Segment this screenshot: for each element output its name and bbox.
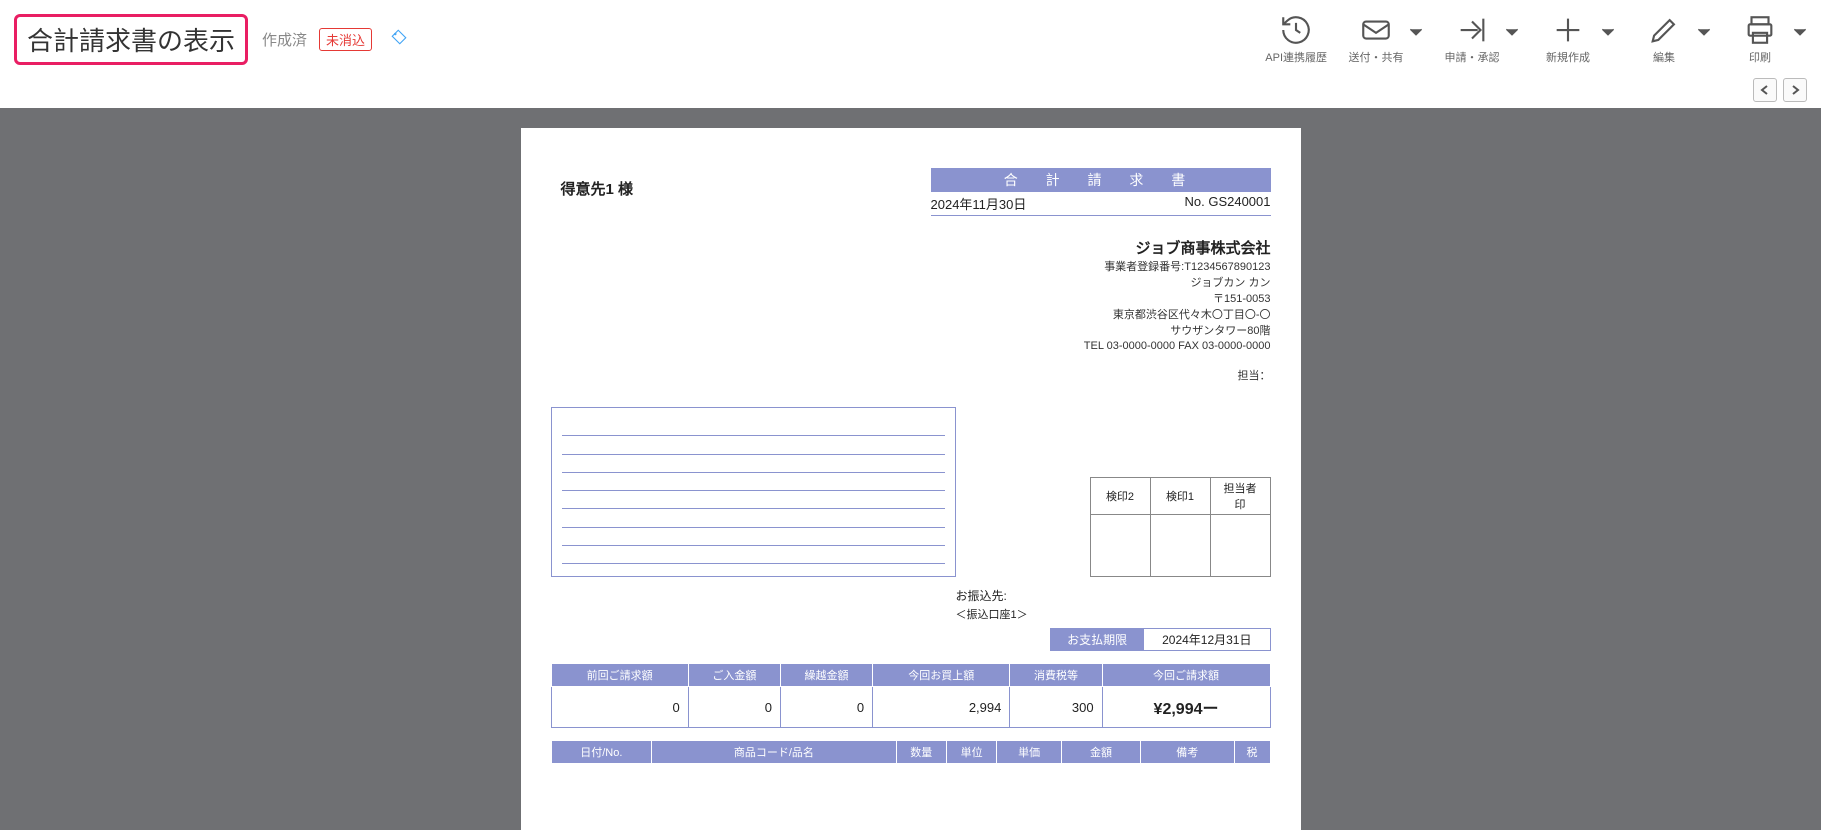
memo-line [562, 512, 945, 528]
company-tanto: 担当： [551, 369, 1271, 385]
company-addr: 東京都渋谷区代々木〇丁目〇-〇 [551, 308, 1271, 324]
dh-unit: 単位 [946, 741, 996, 764]
api-history-button[interactable]: API連携履歴 [1265, 13, 1327, 65]
memo-box [551, 407, 956, 577]
new-group: 新規作成 [1539, 13, 1615, 65]
stamp-cell [1150, 515, 1210, 577]
stamp-table: 検印2 検印1 担当者印 [1090, 477, 1271, 577]
sum-v-purchase: 2,994 [873, 687, 1010, 728]
sum-h-tax: 消費税等 [1010, 664, 1102, 687]
new-button[interactable]: 新規作成 [1539, 13, 1597, 65]
apply-caret[interactable] [1505, 25, 1519, 39]
apply-group: 申請・承認 [1443, 13, 1519, 65]
apply-label: 申請・承認 [1445, 49, 1500, 65]
print-group: 印刷 [1731, 13, 1807, 65]
sum-v-tax: 300 [1010, 687, 1102, 728]
memo-line [562, 439, 945, 455]
sum-h-purchase: 今回お買上額 [873, 664, 1010, 687]
print-label: 印刷 [1749, 49, 1771, 65]
next-page-button[interactable] [1783, 78, 1807, 102]
stamp-cell [1090, 515, 1150, 577]
company-zip: 〒151-0053 [551, 292, 1271, 308]
send-caret[interactable] [1409, 25, 1423, 39]
dh-price: 単価 [997, 741, 1062, 764]
toolbar: 合計請求書の表示 作成済 未消込 API連携履歴 送付・共有 申請・承認 [0, 0, 1821, 74]
stamp-h2: 検印1 [1150, 478, 1210, 515]
memo-line [562, 420, 945, 436]
company-reg: 事業者登録番号:T1234567890123 [551, 260, 1271, 276]
print-caret[interactable] [1793, 25, 1807, 39]
edit-caret[interactable] [1697, 25, 1711, 39]
edit-label: 編集 [1653, 49, 1675, 65]
dh-amount: 金額 [1061, 741, 1140, 764]
sum-h-prev: 前回ご請求額 [551, 664, 688, 687]
issue-date: 2024年11月30日 [931, 194, 1027, 213]
dh-item: 商品コード/品名 [652, 741, 896, 764]
document-no: No. GS240001 [1184, 194, 1270, 213]
company-tel: TEL 03-0000-0000 FAX 03-0000-0000 [551, 339, 1271, 355]
status-badge: 未消込 [319, 28, 372, 51]
sum-h-total: 今回ご請求額 [1102, 664, 1270, 687]
due-label: お支払期限 [1050, 628, 1144, 651]
due-row: お支払期限 2024年12月31日 [551, 628, 1271, 651]
company-name: ジョブ商事株式会社 [551, 238, 1271, 260]
dh-date: 日付/No. [551, 741, 652, 764]
sum-v-paid: 0 [688, 687, 780, 728]
print-button[interactable]: 印刷 [1731, 13, 1789, 65]
dh-tax: 税 [1234, 741, 1270, 764]
dh-note: 備考 [1141, 741, 1234, 764]
status-created: 作成済 [262, 29, 307, 50]
stamp-h3: 担当者印 [1210, 478, 1270, 515]
stamp-cell [1210, 515, 1270, 577]
memo-line [562, 493, 945, 509]
sum-h-carry: 繰越金額 [780, 664, 872, 687]
edit-group: 編集 [1635, 13, 1711, 65]
page-title: 合計請求書の表示 [27, 21, 235, 58]
summary-table: 前回ご請求額 ご入金額 繰越金額 今回お買上額 消費税等 今回ご請求額 0 0 … [551, 663, 1271, 728]
send-group: 送付・共有 [1347, 13, 1423, 65]
sum-v-prev: 0 [551, 687, 688, 728]
document-viewport: 得意先1 様 合 計 請 求 書 2024年11月30日 No. GS24000… [0, 108, 1821, 830]
date-no-row: 2024年11月30日 No. GS240001 [931, 192, 1271, 216]
sum-v-total: ¥2,994ー [1102, 687, 1270, 728]
memo-line [562, 530, 945, 546]
edit-button[interactable]: 編集 [1635, 13, 1693, 65]
company-block: ジョブ商事株式会社 事業者登録番号:T1234567890123 ジョブカン カ… [551, 238, 1271, 385]
detail-header: 日付/No. 商品コード/品名 数量 単位 単価 金額 備考 税 [551, 740, 1271, 764]
api-history-label: API連携履歴 [1265, 49, 1327, 65]
dh-qty: 数量 [896, 741, 946, 764]
memo-line [562, 548, 945, 564]
document-page: 得意先1 様 合 計 請 求 書 2024年11月30日 No. GS24000… [521, 128, 1301, 830]
company-bldg: サウザンタワー80階 [551, 324, 1271, 340]
memo-line [562, 475, 945, 491]
apply-button[interactable]: 申請・承認 [1443, 13, 1501, 65]
tag-icon[interactable] [390, 28, 408, 51]
status-group: 作成済 未消込 [262, 28, 408, 51]
document-title: 合 計 請 求 書 [931, 168, 1271, 192]
transfer-account: ＜振込口座1＞ [956, 606, 1271, 622]
prev-page-button[interactable] [1753, 78, 1777, 102]
stamp-h1: 検印2 [1090, 478, 1150, 515]
send-button[interactable]: 送付・共有 [1347, 13, 1405, 65]
customer-name: 得意先1 様 [561, 178, 634, 199]
due-value: 2024年12月31日 [1144, 628, 1270, 651]
transfer-label: お振込先: [956, 587, 1271, 604]
send-label: 送付・共有 [1349, 49, 1404, 65]
sum-h-paid: ご入金額 [688, 664, 780, 687]
toolbar-actions: API連携履歴 送付・共有 申請・承認 新規作成 [1265, 13, 1807, 65]
title-highlight: 合計請求書の表示 [14, 14, 248, 65]
company-kana: ジョブカン カン [551, 276, 1271, 292]
pager [0, 74, 1821, 108]
transfer-block: お振込先: ＜振込口座1＞ [956, 587, 1271, 622]
memo-line [562, 457, 945, 473]
new-label: 新規作成 [1546, 49, 1590, 65]
new-caret[interactable] [1601, 25, 1615, 39]
sum-v-carry: 0 [780, 687, 872, 728]
